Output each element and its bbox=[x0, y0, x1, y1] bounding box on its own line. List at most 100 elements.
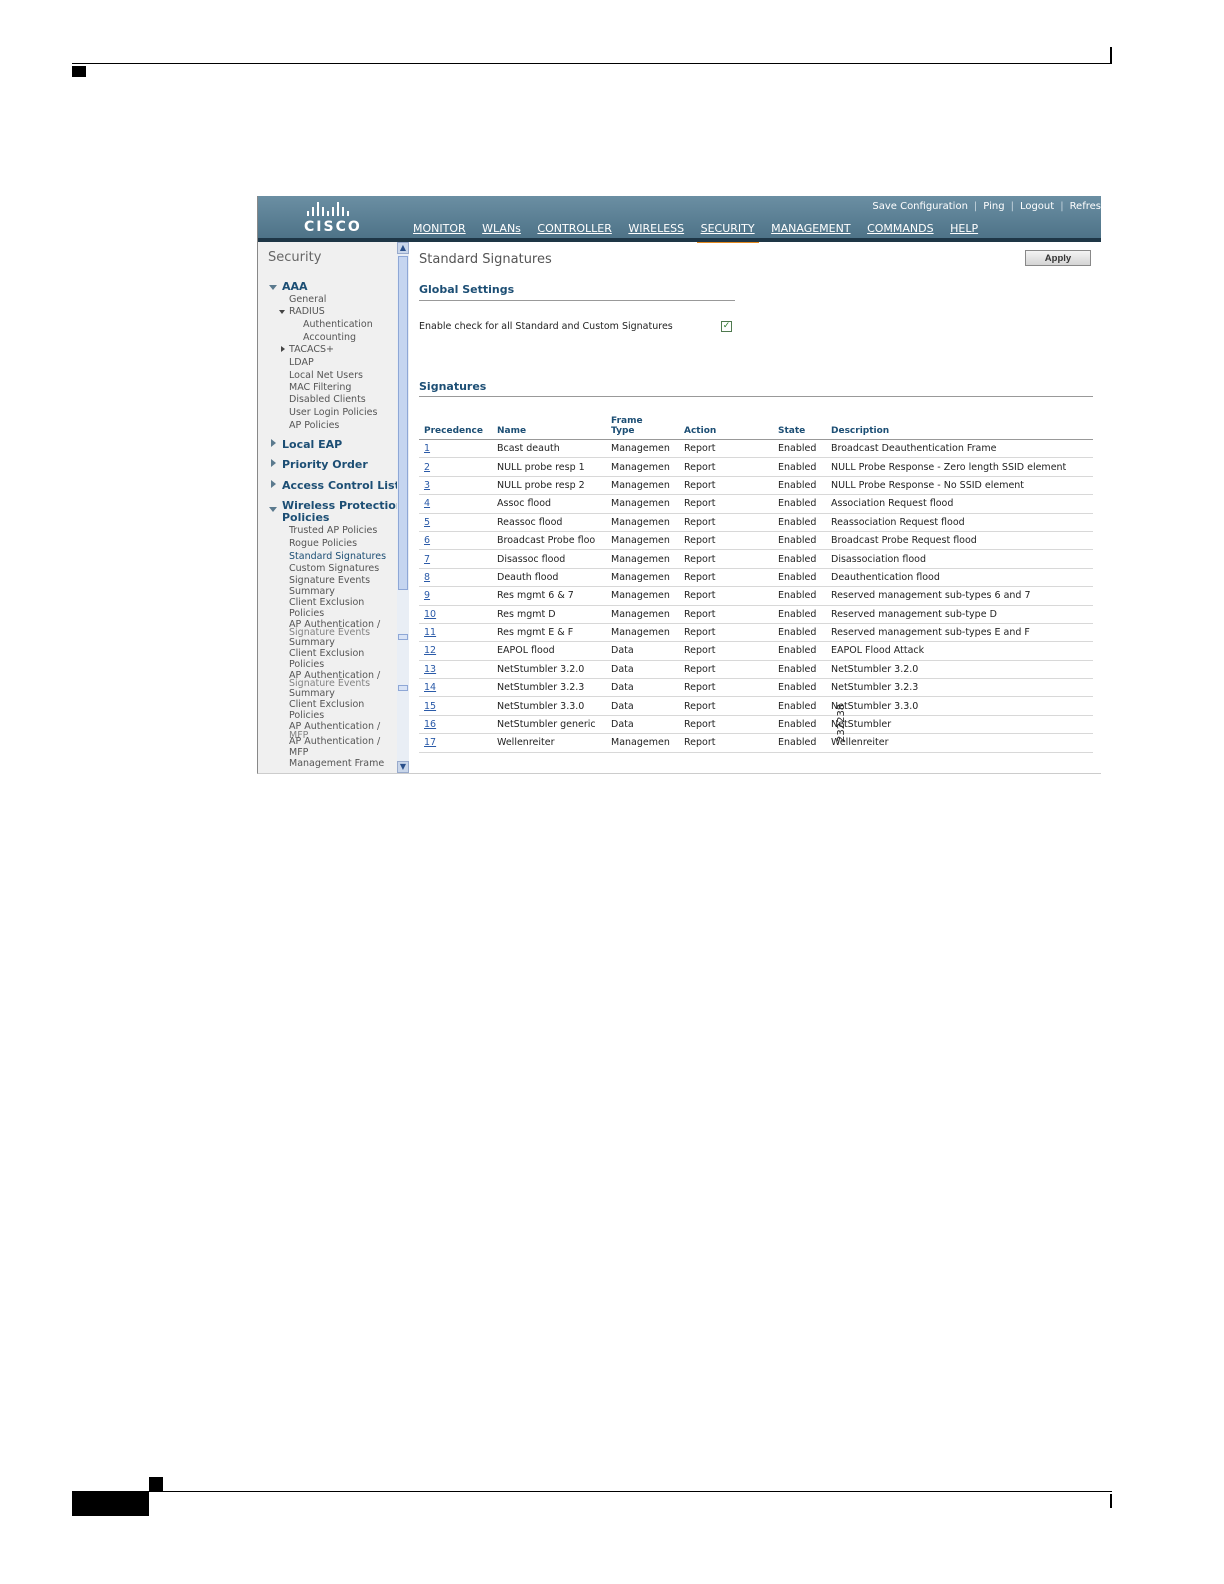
nav-security[interactable]: SECURITY bbox=[696, 222, 759, 243]
sidebar-item-management-frame[interactable]: Management Frame bbox=[289, 758, 384, 769]
sidebar-item-custom-signatures[interactable]: Custom Signatures bbox=[289, 563, 379, 574]
precedence-link[interactable]: 5 bbox=[424, 517, 430, 528]
expand-down-icon[interactable] bbox=[269, 285, 277, 290]
sidebar-item-summary[interactable]: Summary bbox=[289, 688, 335, 699]
apply-button[interactable]: Apply bbox=[1025, 250, 1091, 266]
precedence-cell: 16 bbox=[419, 715, 497, 735]
precedence-link[interactable]: 17 bbox=[424, 737, 436, 748]
nav-wlans[interactable]: WLANs bbox=[482, 222, 521, 239]
precedence-cell: 11 bbox=[419, 623, 497, 643]
precedence-link[interactable]: 8 bbox=[424, 572, 430, 583]
expand-right-icon[interactable] bbox=[271, 439, 276, 447]
precedence-cell: 13 bbox=[419, 660, 497, 680]
sidebar-item-signature-events[interactable]: Signature Events bbox=[289, 575, 370, 586]
precedence-link[interactable]: 2 bbox=[424, 462, 430, 473]
sidebar-access-control-lists[interactable]: Access Control Lists bbox=[282, 479, 406, 492]
scrollbar-thumb[interactable] bbox=[398, 256, 408, 590]
frame-type: Managemen bbox=[611, 586, 684, 606]
sidebar-item-summary[interactable]: Summary bbox=[289, 637, 335, 648]
nav-monitor[interactable]: MONITOR bbox=[413, 222, 466, 239]
precedence-link[interactable]: 14 bbox=[424, 682, 436, 693]
precedence-link[interactable]: 3 bbox=[424, 480, 430, 491]
sidebar-item-policies[interactable]: Policies bbox=[289, 659, 324, 670]
precedence-cell: 7 bbox=[419, 549, 497, 569]
precedence-link[interactable]: 12 bbox=[424, 645, 436, 656]
nav-controller[interactable]: CONTROLLER bbox=[537, 222, 611, 239]
scroll-up-arrow-icon[interactable]: ▲ bbox=[397, 242, 409, 254]
sidebar-wireless-protection-policies[interactable]: Policies bbox=[282, 511, 329, 524]
sidebar-item-client-exclusion[interactable]: Client Exclusion bbox=[289, 597, 364, 608]
precedence-link[interactable]: 6 bbox=[424, 535, 430, 546]
precedence-link[interactable]: 4 bbox=[424, 498, 430, 509]
action: Report bbox=[684, 476, 778, 496]
logout-link[interactable]: Logout bbox=[1020, 201, 1054, 212]
sidebar-item-client-exclusion[interactable]: Client Exclusion bbox=[289, 699, 364, 710]
sidebar-item-general[interactable]: General bbox=[289, 294, 326, 305]
sidebar-aaa[interactable]: AAA bbox=[282, 280, 308, 293]
signatures-table-body: 1 Bcast deauth Managemen Report Enabled Broad… bbox=[419, 439, 1093, 753]
precedence-link[interactable]: 7 bbox=[424, 554, 430, 565]
action: Report bbox=[684, 549, 778, 569]
sidebar-item-ap-policies[interactable]: AP Policies bbox=[289, 420, 339, 431]
expand-down-icon[interactable] bbox=[269, 507, 277, 512]
scrollbar-grip[interactable] bbox=[398, 685, 408, 691]
sidebar-item-standard-signatures[interactable]: Standard Signatures bbox=[289, 551, 386, 562]
sidebar-item-mfp[interactable]: MFP bbox=[289, 747, 308, 758]
expand-down-icon[interactable] bbox=[279, 310, 285, 314]
sidebar-item-radius[interactable]: RADIUS bbox=[289, 306, 325, 317]
signature-name: Disassoc flood bbox=[497, 549, 611, 569]
sidebar-item-summary[interactable]: Summary bbox=[289, 586, 335, 597]
sidebar-scrollbar[interactable]: ▲ ▼ bbox=[397, 242, 409, 773]
nav-commands[interactable]: COMMANDS bbox=[867, 222, 934, 239]
description: Reserved management sub-types 6 and 7 bbox=[831, 586, 1093, 606]
ping-link[interactable]: Ping bbox=[983, 201, 1004, 212]
frame-type: Managemen bbox=[611, 457, 684, 477]
expand-right-icon[interactable] bbox=[271, 459, 276, 467]
precedence-link[interactable]: 10 bbox=[424, 609, 436, 620]
sidebar-item-local-net-users[interactable]: Local Net Users bbox=[289, 370, 363, 381]
enable-check-checkbox[interactable]: ✓ bbox=[721, 321, 732, 332]
state: Enabled bbox=[778, 641, 831, 661]
sidebar-priority-order[interactable]: Priority Order bbox=[282, 458, 368, 471]
frame-type: Data bbox=[611, 660, 684, 680]
frame-type: Managemen bbox=[611, 513, 684, 532]
description: Wellenreiter bbox=[831, 733, 1093, 753]
state: Enabled bbox=[778, 549, 831, 569]
precedence-link[interactable]: 16 bbox=[424, 719, 436, 730]
sidebar-item-disabled-clients[interactable]: Disabled Clients bbox=[289, 394, 366, 405]
save-configuration-link[interactable]: Save Configuration bbox=[872, 201, 968, 212]
sidebar-local-eap[interactable]: Local EAP bbox=[282, 438, 342, 451]
precedence-link[interactable]: 11 bbox=[424, 627, 436, 638]
scroll-down-arrow-icon[interactable]: ▼ bbox=[397, 761, 409, 773]
signature-name: Res mgmt E & F bbox=[497, 623, 611, 643]
precedence-link[interactable]: 9 bbox=[424, 590, 430, 601]
nav-management[interactable]: MANAGEMENT bbox=[771, 222, 850, 239]
description: Association Request flood bbox=[831, 494, 1093, 514]
sidebar-item-trusted-ap-policies[interactable]: Trusted AP Policies bbox=[289, 525, 377, 536]
nav-wireless[interactable]: WIRELESS bbox=[628, 222, 684, 239]
table-row: 8 Deauth flood Managemen Report Enabled Deaut… bbox=[419, 568, 1093, 588]
refresh-link[interactable]: Refres bbox=[1070, 201, 1101, 212]
precedence-link[interactable]: 13 bbox=[424, 664, 436, 675]
sidebar-item-rogue-policies[interactable]: Rogue Policies bbox=[289, 538, 357, 549]
sidebar-item-ap-authentication[interactable]: AP Authentication / bbox=[289, 736, 380, 747]
sidebar-item-authentication[interactable]: Authentication bbox=[303, 319, 373, 330]
expand-right-icon[interactable] bbox=[281, 346, 285, 352]
precedence-link[interactable]: 1 bbox=[424, 443, 430, 454]
sidebar-item-client-exclusion[interactable]: Client Exclusion bbox=[289, 648, 364, 659]
description: NetStumbler 3.3.0 bbox=[831, 696, 1093, 716]
expand-right-icon[interactable] bbox=[271, 480, 276, 488]
nav-help[interactable]: HELP bbox=[950, 222, 978, 239]
table-row: 17 Wellenreiter Managemen Report Enabled Well… bbox=[419, 733, 1093, 753]
precedence-link[interactable]: 15 bbox=[424, 701, 436, 712]
table-row: 16 NetStumbler generic Data Report Enabled Ne… bbox=[419, 715, 1093, 735]
page-bottom-left-bar bbox=[72, 1492, 149, 1516]
sidebar-item-tacacs[interactable]: TACACS+ bbox=[289, 344, 334, 355]
sidebar-item-user-login-policies[interactable]: User Login Policies bbox=[289, 407, 377, 418]
sidebar-item-accounting[interactable]: Accounting bbox=[303, 332, 356, 343]
sidebar-item-mac-filtering[interactable]: MAC Filtering bbox=[289, 382, 351, 393]
sidebar-item-ldap[interactable]: LDAP bbox=[289, 357, 314, 368]
sidebar-item-policies[interactable]: Policies bbox=[289, 608, 324, 619]
sidebar-item-policies[interactable]: Policies bbox=[289, 710, 324, 721]
scrollbar-grip[interactable] bbox=[398, 634, 408, 640]
